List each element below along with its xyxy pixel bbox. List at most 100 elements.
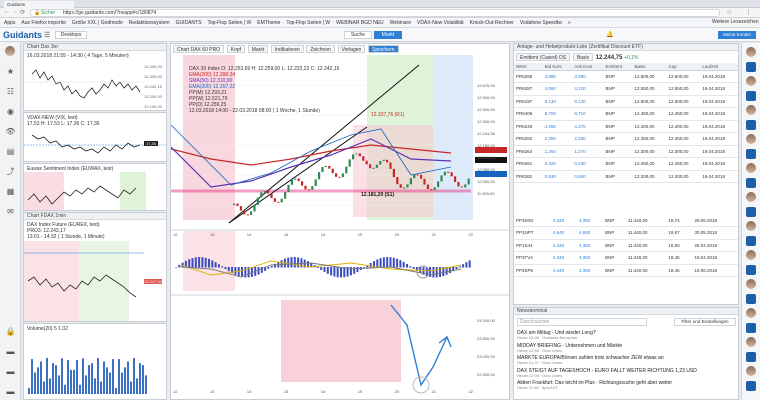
bookmarks-more[interactable]: » <box>568 20 571 26</box>
table-row[interactable]: PR6249 4,260 4,270 BNP 12.400,00 12.400,00 19.… <box>514 120 738 133</box>
table-row[interactable]: PP3S0G 4,340 4,350 BNP 11.440,00 18,74 29.06.2… <box>514 214 738 227</box>
bookmark-item[interactable]: Top-Flop Seiten | W <box>286 20 330 26</box>
menu-icon[interactable]: ⋮ <box>745 8 752 16</box>
underlying-filter[interactable]: Basis <box>572 53 594 61</box>
user-avatar[interactable] <box>746 366 756 376</box>
list-icon[interactable]: ☷ <box>5 86 16 97</box>
user-avatar[interactable] <box>746 279 756 289</box>
news-item[interactable]: DAX STEIGT AUF TAGESHOCH - EURO FÄLLT WE… <box>517 368 737 379</box>
oscillator-bar <box>175 267 177 268</box>
source-logo-icon[interactable] <box>746 293 756 304</box>
bookmark-item[interactable]: Vodafone Speedtw <box>520 20 562 26</box>
vdax-chart[interactable] <box>24 127 166 161</box>
issuer-filter[interactable]: Emittent (Cased) OS <box>516 53 571 61</box>
bookmark-item[interactable]: WEBINAR BGD NEU <box>336 20 384 26</box>
back-icon[interactable]: ← <box>4 9 10 15</box>
news-search-input[interactable]: Durchsuchen <box>517 318 647 326</box>
bookmark-item[interactable]: Top-Flop Seiten | W <box>207 20 251 26</box>
source-logo-icon[interactable] <box>746 206 756 217</box>
folder-icon[interactable]: ▬ <box>5 346 16 357</box>
lock-icon[interactable]: 🔒 <box>5 326 16 337</box>
source-logo-icon[interactable] <box>746 148 756 159</box>
news-item[interactable]: DAX am Mittag - Und wieder Long? Heute 15… <box>517 330 737 341</box>
bell-icon[interactable]: 🔔 <box>606 31 613 38</box>
reload-icon[interactable]: ⟳ <box>20 9 25 16</box>
user-avatar[interactable] <box>746 250 756 260</box>
user-avatar[interactable] <box>746 192 756 202</box>
source-logo-icon[interactable] <box>746 119 756 130</box>
source-logo-icon[interactable] <box>746 322 756 333</box>
user-avatar[interactable] <box>746 337 756 347</box>
url-input[interactable]: 🔒 Sicher https://go.guidants.com/?noapp#… <box>30 9 720 17</box>
bookmark-item[interactable]: Webinare <box>390 20 411 26</box>
table-row[interactable]: PR6197 9,130 9,140 BNP 12.500,00 12.500,00 19.… <box>514 95 738 108</box>
volume-chart[interactable] <box>24 334 166 399</box>
folder-icon[interactable]: ▬ <box>5 386 16 397</box>
sentiment-chart[interactable] <box>24 172 166 210</box>
user-avatar[interactable] <box>746 134 756 144</box>
table-row[interactable]: PR6285 3,880 3,980 BNP 12.600,00 12.600,00 19.… <box>514 70 738 83</box>
table-row[interactable]: PR6261 0,420 0,430 BNP 12.250,00 12.250,00 19.… <box>514 157 738 171</box>
news-filter-button[interactable]: Filter und Einstellungen <box>674 318 736 326</box>
folder-icon[interactable]: ▬ <box>5 366 16 377</box>
source-logo-icon[interactable] <box>746 264 756 275</box>
trend-icon[interactable]: ⤴ <box>5 166 16 177</box>
browser-tab[interactable]: Guidants <box>4 1 74 8</box>
source-logo-icon[interactable] <box>746 177 756 188</box>
bookmark-item[interactable]: GUIDANTS <box>176 20 202 26</box>
user-avatar[interactable] <box>746 221 756 231</box>
table-row[interactable]: PR6406 8,700 8,710 BNP 12.450,00 12.450,00 19.… <box>514 107 738 121</box>
user-avatar[interactable] <box>5 46 15 56</box>
news-item[interactable]: Aktien Frankfurt: Dax leicht im Plus - R… <box>517 380 737 391</box>
table-row[interactable]: PP3TV4 4,340 4,350 BNP 11.440,00 18,45 19.04.2… <box>514 251 738 265</box>
eye-icon[interactable]: 👁 <box>5 126 16 137</box>
volume-bar <box>76 360 78 394</box>
desktops-button[interactable]: Desktops <box>55 31 87 39</box>
forward-icon[interactable]: → <box>12 9 18 15</box>
user-avatar[interactable] <box>746 308 756 318</box>
tab-chart[interactable]: Chart DAX 60 PRO <box>173 45 225 53</box>
source-logo-icon[interactable] <box>746 380 756 391</box>
tab-vorlagen[interactable]: Vorlagen <box>337 45 366 53</box>
tab-kopf[interactable]: Kopf <box>226 45 246 53</box>
bookmark-item[interactable]: Größe XXL | Godmode <box>72 20 123 26</box>
news-item[interactable]: MIDDAY BRIEFING - Unternehmen und Märkte… <box>517 343 737 354</box>
user-avatar[interactable] <box>746 105 756 115</box>
tab-speichern[interactable]: Speichern <box>367 45 399 53</box>
source-logo-icon[interactable] <box>746 61 756 72</box>
tab-markt[interactable]: Markt <box>247 45 269 53</box>
market-button[interactable]: Markt <box>374 31 402 39</box>
source-logo-icon[interactable] <box>746 351 756 362</box>
bookmark-item[interactable]: EMThome <box>257 20 280 26</box>
other-bookmarks[interactable]: Weitere Lesezeichen <box>712 19 759 25</box>
table-row[interactable]: PP1NPT 4,640 4,650 BNP 11.440,00 19,67 30.05.2… <box>514 226 738 240</box>
tab-indikatoren[interactable]: Indikatoren <box>270 45 304 53</box>
tab-zeichnen[interactable]: Zeichnen <box>306 45 335 53</box>
table-row[interactable]: PP1S44 4,340 4,350 BNP 11.440,00 16,83 26.04.2… <box>514 239 738 252</box>
news-item[interactable]: MÄRKTE EUROPA/Börsen zahlen trotz schwac… <box>517 355 737 366</box>
user-avatar[interactable] <box>746 163 756 173</box>
star-icon[interactable]: ☆ <box>726 8 732 16</box>
table-row[interactable]: PR6287 4,080 4,120 BNP 12.550,00 12.550,00 19.… <box>514 82 738 96</box>
bell-icon[interactable]: ◉ <box>5 106 16 117</box>
source-logo-icon[interactable] <box>746 235 756 246</box>
grid-icon[interactable]: ▦ <box>5 186 16 197</box>
table-row[interactable]: PR6262 0,630 0,640 BNP 12.200,00 12.200,00 19.… <box>514 170 738 183</box>
menu-icon[interactable]: ☰ <box>44 31 50 39</box>
search-button[interactable]: Suche <box>344 31 372 39</box>
comment-icon[interactable]: ✉ <box>5 206 16 217</box>
bookmark-item[interactable]: Redaktionssystem <box>129 20 170 26</box>
user-avatar[interactable] <box>746 76 756 86</box>
bookmark-item[interactable]: Apps <box>4 20 15 26</box>
source-logo-icon[interactable] <box>746 90 756 101</box>
bookmark-item[interactable]: VDAX-New Volatilität <box>417 20 464 26</box>
table-row[interactable]: PR6262 2,250 2,260 BNP 12.350,00 12.350,00 19.… <box>514 132 738 146</box>
star-icon[interactable]: ★ <box>5 66 16 77</box>
chart-icon[interactable]: ▤ <box>5 146 16 157</box>
user-avatar[interactable] <box>746 47 756 57</box>
account-button[interactable]: Meine Konten <box>718 31 756 39</box>
bookmark-item[interactable]: Aus Firefox importie <box>21 20 65 26</box>
bookmark-item[interactable]: Knock-Out-Rechner <box>470 20 514 26</box>
table-row[interactable]: PP3SP5 4,440 4,350 BNP 11.440,00 18,45 19.06.2… <box>514 264 738 277</box>
table-row[interactable]: PR6264 1,260 1,270 BNP 12.300,00 12.300,00 19.… <box>514 145 738 158</box>
